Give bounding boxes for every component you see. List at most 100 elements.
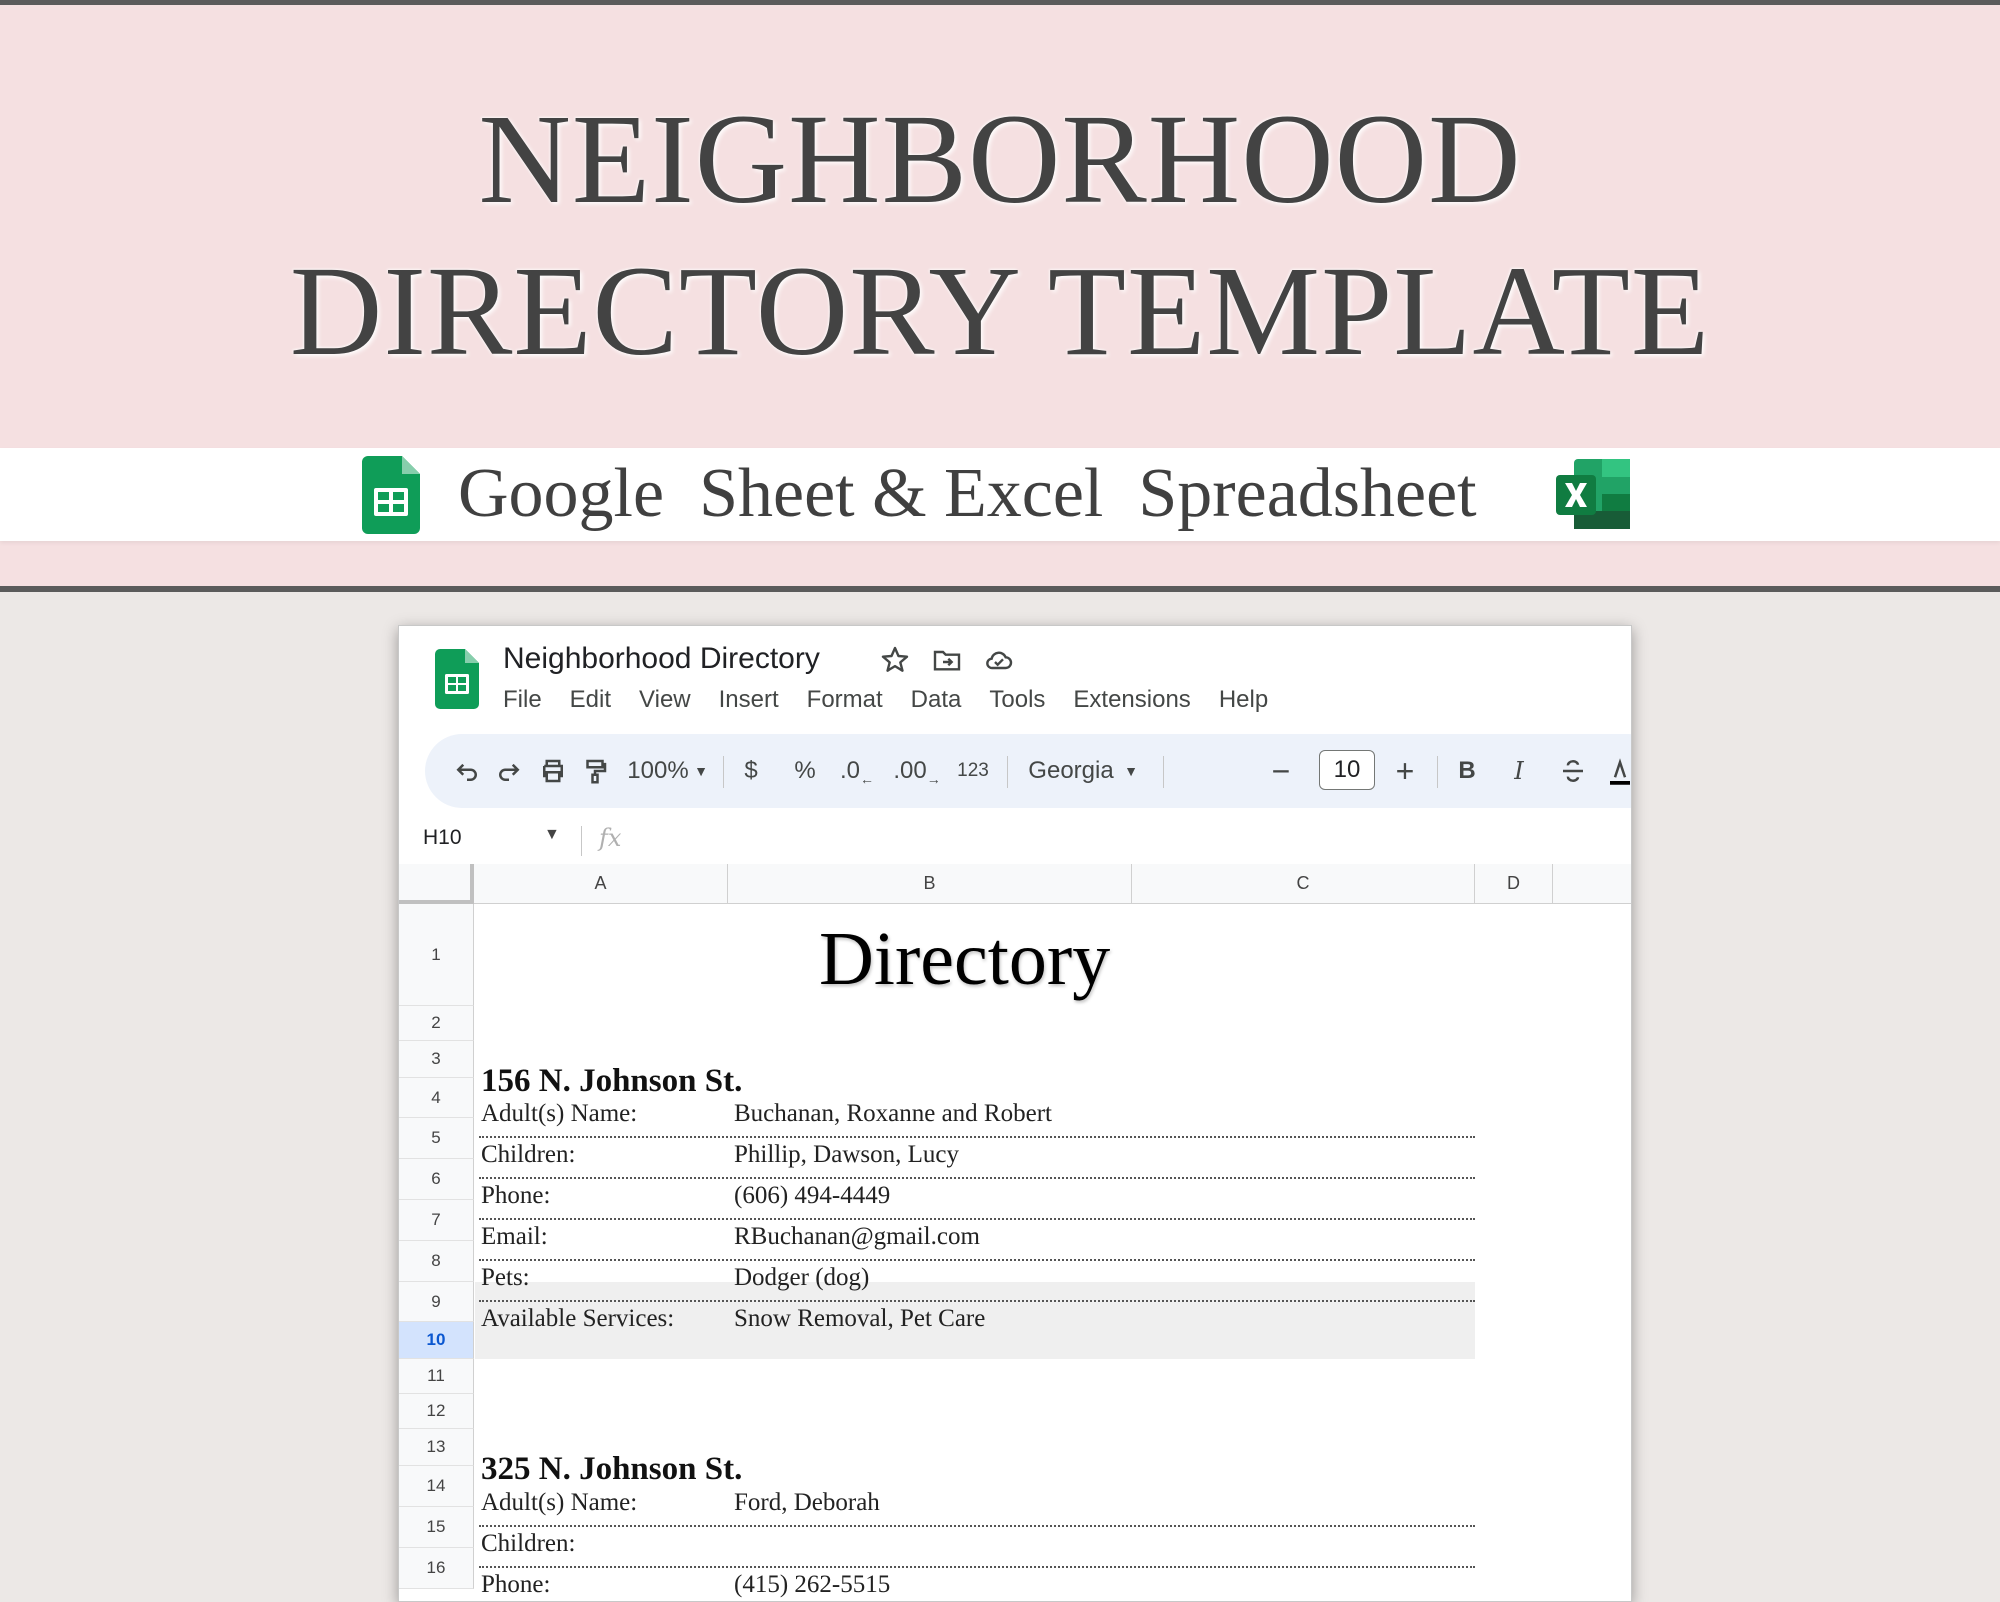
row-header[interactable]: 11 bbox=[399, 1359, 474, 1394]
dotted-border bbox=[479, 1566, 1475, 1568]
banner-title-line1: NEIGHBORHOOD bbox=[478, 88, 1522, 230]
menu-edit[interactable]: Edit bbox=[570, 684, 611, 716]
toolbar: 100% ▼ $ % .0 ← .00 → 123 Georgia ▼ − 10 +… bbox=[425, 734, 1631, 808]
row-header[interactable]: 16 bbox=[399, 1548, 474, 1589]
menu-file[interactable]: File bbox=[503, 684, 542, 716]
select-all-corner[interactable] bbox=[399, 864, 474, 904]
menu-data[interactable]: Data bbox=[911, 684, 962, 716]
column-header-a[interactable]: A bbox=[474, 864, 728, 904]
field-value[interactable]: (606) 494-4449 bbox=[734, 1180, 890, 1212]
field-label[interactable]: Email: bbox=[481, 1221, 548, 1253]
star-icon[interactable] bbox=[879, 644, 911, 676]
column-header-e[interactable] bbox=[1553, 864, 1631, 904]
field-label[interactable]: Adult(s) Name: bbox=[481, 1098, 637, 1130]
field-label[interactable]: Phone: bbox=[481, 1180, 550, 1212]
row-header[interactable]: 1 bbox=[399, 904, 474, 1006]
row-header[interactable]: 5 bbox=[399, 1118, 474, 1159]
strikethrough-icon bbox=[1563, 760, 1583, 782]
row-header[interactable]: 6 bbox=[399, 1159, 474, 1200]
field-value[interactable]: Snow Removal, Pet Care bbox=[734, 1303, 985, 1335]
font-size-input[interactable]: 10 bbox=[1319, 750, 1375, 790]
field-value[interactable]: (415) 262-5515 bbox=[734, 1569, 890, 1601]
paint-format-button[interactable] bbox=[575, 734, 615, 808]
decrease-decimal-button[interactable]: .0 ← bbox=[835, 734, 879, 808]
minus-icon: − bbox=[1271, 752, 1291, 789]
menu-view[interactable]: View bbox=[639, 684, 691, 716]
menu-insert[interactable]: Insert bbox=[719, 684, 779, 716]
zoom-chevron-down-icon[interactable]: ▼ bbox=[689, 734, 713, 808]
column-header-d[interactable]: D bbox=[1475, 864, 1553, 904]
row-header[interactable]: 3 bbox=[399, 1041, 474, 1078]
redo-button[interactable] bbox=[489, 734, 529, 808]
increase-decimal-button[interactable]: .00 → bbox=[891, 734, 943, 808]
zoom-select[interactable]: 100% bbox=[623, 734, 693, 808]
banner-subtitle: Google Sheet & Excel Spreadsheet bbox=[458, 455, 1477, 532]
font-chevron-down-icon[interactable]: ▼ bbox=[1119, 734, 1143, 808]
increase-font-size-button[interactable]: + bbox=[1385, 734, 1425, 808]
row-header[interactable]: 2 bbox=[399, 1006, 474, 1041]
italic-button[interactable]: I bbox=[1499, 734, 1539, 808]
row-header[interactable]: 4 bbox=[399, 1078, 474, 1118]
menu-tools[interactable]: Tools bbox=[989, 684, 1045, 716]
redo-icon bbox=[499, 763, 520, 781]
row-header[interactable]: 13 bbox=[399, 1429, 474, 1466]
format-currency-button[interactable]: $ bbox=[731, 734, 771, 808]
field-label[interactable]: Available Services: bbox=[481, 1303, 674, 1335]
row-header[interactable]: 14 bbox=[399, 1466, 474, 1507]
dotted-border bbox=[479, 1177, 1475, 1179]
format-percent-button[interactable]: % bbox=[785, 734, 825, 808]
undo-button[interactable] bbox=[447, 734, 487, 808]
title-actions bbox=[879, 644, 1015, 676]
column-header-c[interactable]: C bbox=[1132, 864, 1475, 904]
cloud-status-icon[interactable] bbox=[983, 644, 1015, 676]
menu-bar: File Edit View Insert Format Data Tools … bbox=[503, 684, 1268, 716]
text-color-button[interactable] bbox=[1605, 734, 1631, 808]
menu-help[interactable]: Help bbox=[1219, 684, 1268, 716]
plus-icon: + bbox=[1395, 752, 1415, 789]
strikethrough-button[interactable] bbox=[1553, 734, 1593, 808]
field-label[interactable]: Pets: bbox=[481, 1262, 530, 1294]
row-header[interactable]: 8 bbox=[399, 1241, 474, 1282]
move-folder-icon[interactable] bbox=[931, 644, 963, 676]
field-value[interactable]: Buchanan, Roxanne and Robert bbox=[734, 1098, 1052, 1130]
dotted-border bbox=[479, 1300, 1475, 1302]
toolbar-divider bbox=[1163, 756, 1164, 788]
menu-extensions[interactable]: Extensions bbox=[1073, 684, 1190, 716]
column-header-b[interactable]: B bbox=[728, 864, 1132, 904]
print-icon bbox=[543, 759, 563, 783]
field-value[interactable]: Dodger (dog) bbox=[734, 1262, 869, 1294]
document-title[interactable]: Neighborhood Directory bbox=[503, 640, 820, 678]
field-value[interactable]: Ford, Deborah bbox=[734, 1487, 880, 1519]
toolbar-divider bbox=[1437, 756, 1438, 788]
toolbar-divider bbox=[1007, 756, 1008, 788]
font-family-select[interactable]: Georgia bbox=[1021, 734, 1121, 808]
banner-title-line2: DIRECTORY TEMPLATE bbox=[289, 240, 1711, 382]
row-header[interactable]: 7 bbox=[399, 1200, 474, 1241]
google-sheets-logo-icon bbox=[362, 456, 420, 534]
menu-format[interactable]: Format bbox=[807, 684, 883, 716]
field-label[interactable]: Children: bbox=[481, 1528, 575, 1560]
field-label[interactable]: Phone: bbox=[481, 1569, 550, 1601]
text-color-icon bbox=[1610, 758, 1630, 785]
entry-address[interactable]: 156 N. Johnson St. bbox=[481, 1061, 742, 1101]
name-box-chevron-down-icon[interactable]: ▼ bbox=[544, 826, 560, 844]
formula-divider bbox=[581, 826, 582, 856]
decrease-font-size-button[interactable]: − bbox=[1261, 734, 1301, 808]
number-format-button[interactable]: 123 bbox=[951, 734, 995, 808]
sheet-grid[interactable]: A B C D 1 2 3 4 5 6 7 8 9 10 11 12 13 14… bbox=[399, 864, 1631, 1601]
sheets-home-icon[interactable] bbox=[435, 649, 479, 709]
print-button[interactable] bbox=[533, 734, 573, 808]
row-header-selected[interactable]: 10 bbox=[399, 1322, 474, 1359]
entry-address[interactable]: 325 N. Johnson St. bbox=[481, 1449, 742, 1489]
subtitle-strip: Google Sheet & Excel Spreadsheet bbox=[0, 448, 2000, 541]
row-header[interactable]: 12 bbox=[399, 1394, 474, 1429]
field-label[interactable]: Adult(s) Name: bbox=[481, 1487, 637, 1519]
field-value[interactable]: RBuchanan@gmail.com bbox=[734, 1221, 980, 1253]
field-value[interactable]: Phillip, Dawson, Lucy bbox=[734, 1139, 959, 1171]
field-label[interactable]: Children: bbox=[481, 1139, 575, 1171]
bold-button[interactable]: B bbox=[1447, 734, 1487, 808]
name-box[interactable]: H10 bbox=[423, 826, 462, 850]
directory-heading[interactable]: Directory bbox=[819, 914, 1110, 1004]
row-header[interactable]: 15 bbox=[399, 1507, 474, 1548]
row-header[interactable]: 9 bbox=[399, 1282, 474, 1322]
